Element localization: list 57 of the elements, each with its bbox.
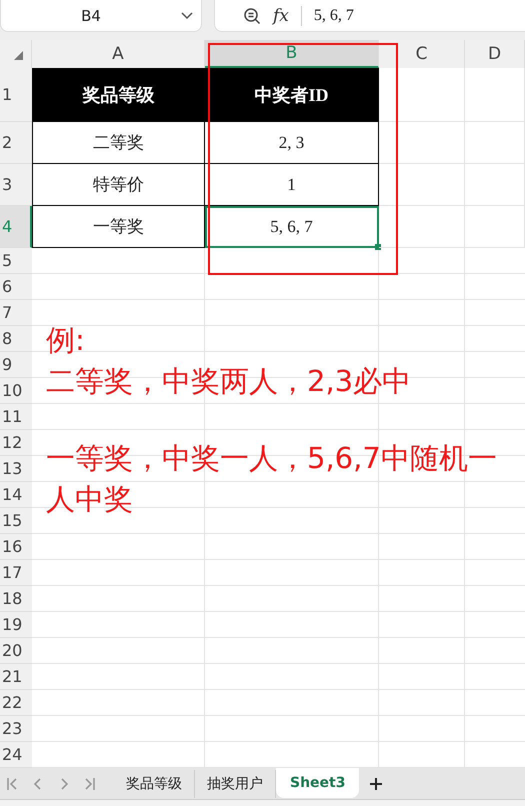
table-cell: 5, 6, 7 bbox=[205, 206, 379, 248]
row-header[interactable]: 15 bbox=[0, 508, 32, 534]
table-cell[interactable] bbox=[379, 68, 465, 122]
sheet-tab[interactable]: 奖品等级 bbox=[114, 770, 195, 798]
row-header[interactable]: 22 bbox=[0, 690, 32, 716]
row-header[interactable]: 3 bbox=[0, 164, 32, 206]
row-header[interactable]: 21 bbox=[0, 664, 32, 690]
table-cell[interactable] bbox=[379, 122, 465, 164]
row-header[interactable]: 8 bbox=[0, 326, 32, 352]
row-header[interactable]: 13 bbox=[0, 456, 32, 482]
row-header[interactable]: 17 bbox=[0, 560, 32, 586]
row-header[interactable]: 16 bbox=[0, 534, 32, 560]
table-cell: 二等奖 bbox=[32, 122, 205, 164]
row-header[interactable]: 23 bbox=[0, 716, 32, 742]
row-header[interactable]: 5 bbox=[0, 248, 32, 274]
column-header[interactable]: A bbox=[32, 40, 205, 68]
row-header[interactable]: 11 bbox=[0, 404, 32, 430]
formula-value: 5, 6, 7 bbox=[314, 6, 354, 24]
row-header[interactable]: 10 bbox=[0, 378, 32, 404]
name-box[interactable]: B4 bbox=[0, 0, 202, 32]
header-cell: 中奖者ID bbox=[205, 68, 379, 122]
row-header[interactable]: 20 bbox=[0, 638, 32, 664]
note-text: 例: 二等奖，中奖两人，2,3必中 bbox=[46, 322, 412, 400]
row-header[interactable]: 12 bbox=[0, 430, 32, 456]
table-cell: 1 bbox=[205, 164, 379, 206]
zoom-icon bbox=[243, 6, 261, 24]
column-header[interactable]: C bbox=[379, 40, 465, 68]
column-header[interactable]: D bbox=[465, 40, 525, 68]
chevron-down-icon bbox=[181, 12, 193, 20]
last-sheet-icon[interactable] bbox=[84, 777, 96, 791]
row-header[interactable]: 7 bbox=[0, 300, 32, 326]
table-cell: 特等价 bbox=[32, 164, 205, 206]
add-sheet-icon[interactable] bbox=[369, 777, 384, 791]
row-header[interactable]: 6 bbox=[0, 274, 32, 300]
row-header[interactable]: 14 bbox=[0, 482, 32, 508]
select-all-icon[interactable] bbox=[14, 51, 22, 60]
formula-field[interactable]: fx 5, 6, 7 bbox=[214, 0, 525, 32]
note-text: 一等奖，中奖一人，5,6,7中随机一人中奖 bbox=[46, 440, 498, 518]
table-cell[interactable] bbox=[465, 164, 525, 206]
table-cell[interactable] bbox=[379, 206, 465, 248]
first-sheet-icon[interactable] bbox=[6, 777, 18, 791]
table-cell: 2, 3 bbox=[205, 122, 379, 164]
row-header[interactable]: 1 bbox=[0, 68, 32, 122]
row-header[interactable]: 9 bbox=[0, 352, 32, 378]
function-label[interactable]: fx bbox=[273, 6, 289, 26]
row-header[interactable]: 18 bbox=[0, 586, 32, 612]
table-cell: 一等奖 bbox=[32, 206, 205, 248]
row-header[interactable]: 24 bbox=[0, 742, 32, 768]
fill-handle[interactable] bbox=[375, 244, 381, 250]
table-cell[interactable] bbox=[465, 206, 525, 248]
table-cell[interactable] bbox=[379, 164, 465, 206]
row-header[interactable]: 2 bbox=[0, 122, 32, 164]
row-header[interactable]: 19 bbox=[0, 612, 32, 638]
table-cell[interactable] bbox=[465, 122, 525, 164]
header-cell: 奖品等级 bbox=[32, 68, 205, 122]
sheet-tab[interactable]: Sheet3 bbox=[276, 768, 360, 798]
table-cell[interactable] bbox=[465, 68, 525, 122]
